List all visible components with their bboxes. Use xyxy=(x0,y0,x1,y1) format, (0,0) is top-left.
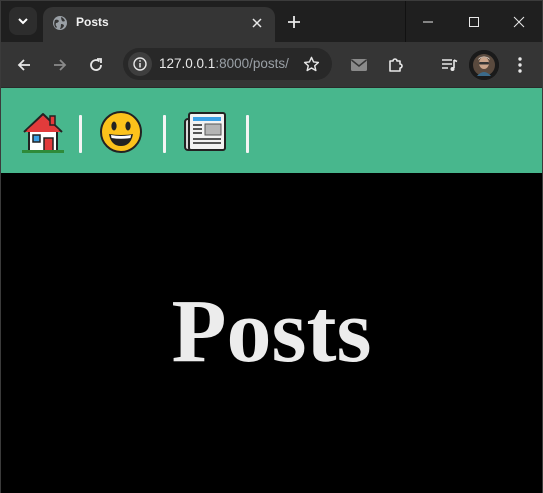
profile-photo xyxy=(469,50,499,80)
plus-icon xyxy=(288,16,300,28)
back-button[interactable] xyxy=(9,50,39,80)
close-icon xyxy=(252,18,262,28)
close-window-button[interactable] xyxy=(496,1,542,42)
smiley-emoji-icon xyxy=(100,111,142,153)
tab-posts[interactable]: Posts xyxy=(43,7,275,42)
reload-button[interactable] xyxy=(81,50,111,80)
address-bar[interactable]: 127.0.0.1:8000/posts/ xyxy=(123,48,332,80)
new-tab-button[interactable] xyxy=(282,10,306,34)
minimize-icon xyxy=(423,21,433,22)
tab-search-button[interactable] xyxy=(9,7,37,35)
puzzle-icon xyxy=(389,58,403,72)
reload-icon xyxy=(90,58,102,71)
tab-strip: Posts xyxy=(1,1,542,42)
profile-link[interactable] xyxy=(99,110,143,154)
home-link[interactable] xyxy=(21,110,65,154)
page-content: Posts xyxy=(1,87,542,493)
site-info-button[interactable] xyxy=(128,52,152,76)
browser-toolbar: 127.0.0.1:8000/posts/ xyxy=(1,42,542,87)
site-navbar xyxy=(1,87,542,173)
kebab-menu-icon xyxy=(518,57,522,73)
arrow-left-icon xyxy=(17,59,30,71)
page-title: Posts xyxy=(171,282,372,381)
globe-icon xyxy=(53,16,67,30)
close-tab-button[interactable] xyxy=(247,13,267,33)
star-icon xyxy=(303,56,319,71)
house-emoji-icon xyxy=(22,113,64,153)
browser-window: Posts 127.0.0.1:8000/posts/ Posts xyxy=(0,0,543,493)
media-control-button[interactable] xyxy=(435,50,465,80)
mail-extension-button[interactable] xyxy=(344,50,374,80)
mail-icon xyxy=(351,59,367,71)
url-path: :8000/posts/ xyxy=(215,56,289,71)
posts-link[interactable] xyxy=(183,110,227,154)
maximize-icon xyxy=(469,16,479,27)
media-control-icon xyxy=(442,59,458,71)
forward-button[interactable] xyxy=(45,50,75,80)
arrow-right-icon xyxy=(54,59,67,71)
close-icon xyxy=(513,16,525,27)
avatar[interactable] xyxy=(469,50,499,80)
tab-title: Posts xyxy=(76,15,109,29)
info-icon xyxy=(133,57,147,71)
nav-separator xyxy=(246,115,249,153)
minimize-button[interactable] xyxy=(405,1,451,42)
nav-separator xyxy=(163,115,166,153)
nav-separator xyxy=(79,115,82,153)
maximize-button[interactable] xyxy=(451,1,497,42)
bookmark-button[interactable] xyxy=(299,52,323,76)
extensions-button[interactable] xyxy=(381,50,411,80)
browser-menu-button[interactable] xyxy=(505,50,535,80)
chevron-down-icon xyxy=(18,18,28,25)
url-host: 127.0.0.1 xyxy=(159,56,216,71)
newspaper-emoji-icon xyxy=(184,112,226,151)
url-text: 127.0.0.1:8000/posts/ xyxy=(159,56,289,71)
